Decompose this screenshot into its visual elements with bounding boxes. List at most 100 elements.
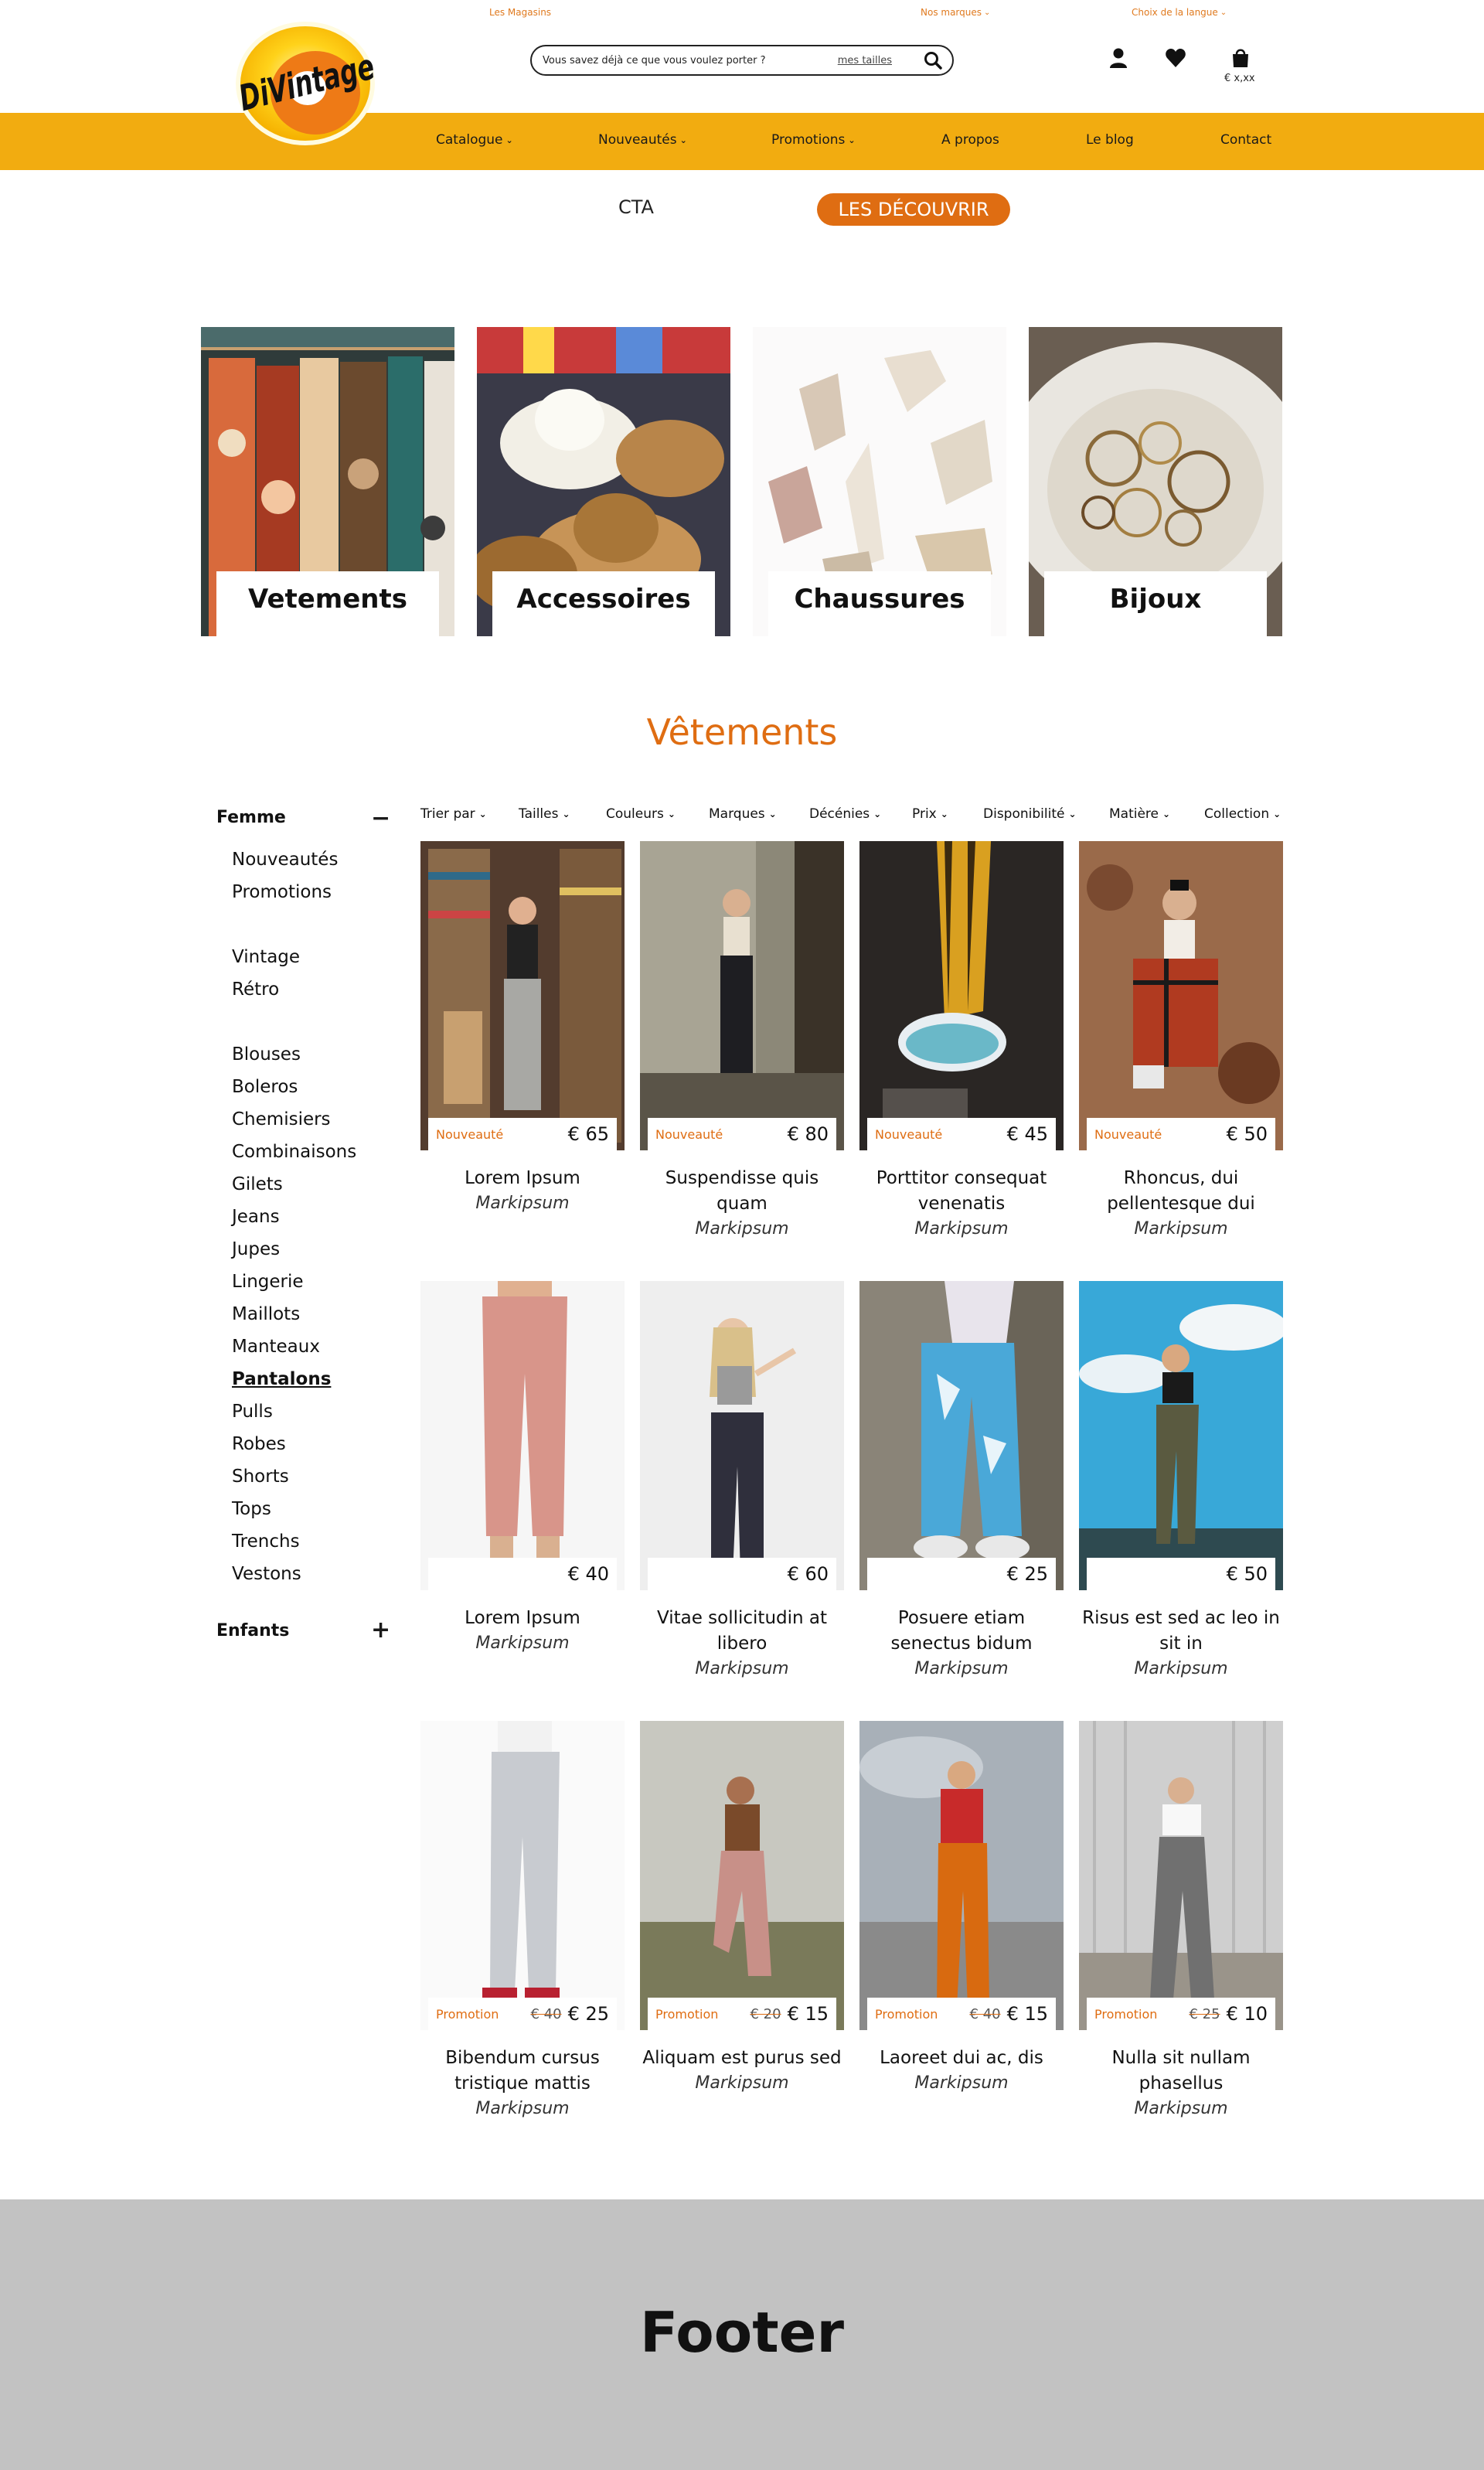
nav-a-propos[interactable]: A propos <box>941 132 999 148</box>
sidebar-item-jupes[interactable]: Jupes <box>232 1239 280 1259</box>
sidebar-enfants-heading[interactable]: Enfants <box>216 1621 289 1640</box>
product-name[interactable]: Suspendisse quis quam <box>640 1166 844 1217</box>
heart-icon[interactable] <box>1164 46 1187 70</box>
discover-button[interactable]: LES DÉCOUVRIR <box>817 193 1010 226</box>
product-name[interactable]: Lorem Ipsum <box>420 1606 625 1631</box>
product-name[interactable]: Lorem Ipsum <box>420 1166 625 1191</box>
product-card[interactable]: € 25 Posuere etiam senectus bidum Markip… <box>859 1281 1064 1681</box>
sidebar-item-nouveautes[interactable]: Nouveautés <box>232 850 338 870</box>
sidebar-item-shorts[interactable]: Shorts <box>232 1467 289 1487</box>
sidebar-item-boleros[interactable]: Boleros <box>232 1077 298 1097</box>
sidebar-item-chemisiers[interactable]: Chemisiers <box>232 1109 331 1129</box>
nav-catalogue-label[interactable]: Catalogue <box>436 132 503 148</box>
product-image[interactable]: € 50 <box>1079 1281 1283 1590</box>
sidebar-item-retro[interactable]: Rétro <box>232 979 279 1000</box>
sidebar-item-pulls[interactable]: Pulls <box>232 1402 273 1422</box>
filter-price[interactable]: Prix ⌄ <box>912 806 948 822</box>
product-name[interactable]: Bibendum cursus tristique mattis <box>420 2046 625 2097</box>
filter-label[interactable]: Décénies <box>809 806 870 822</box>
product-name[interactable]: Nulla sit nullam phasellus <box>1079 2046 1283 2097</box>
sidebar-item-blouses[interactable]: Blouses <box>232 1044 301 1065</box>
filter-brands[interactable]: Marques ⌄ <box>709 806 777 822</box>
product-image[interactable]: Promotion € 20 € 15 <box>640 1721 844 2030</box>
product-card[interactable]: Nouveauté € 65 Lorem Ipsum Markipsum <box>420 841 625 1216</box>
filter-label[interactable]: Matière <box>1109 806 1159 822</box>
nav-blog-label[interactable]: Le blog <box>1086 132 1134 148</box>
filter-sort[interactable]: Trier par ⌄ <box>420 806 487 822</box>
expand-icon[interactable]: + <box>371 1619 390 1642</box>
category-label[interactable]: Accessoires <box>492 571 715 636</box>
collapse-icon[interactable]: − <box>371 807 390 830</box>
filter-label[interactable]: Marques <box>709 806 765 822</box>
category-card-accessoires[interactable]: Accessoires <box>477 327 730 636</box>
filter-material[interactable]: Matière ⌄ <box>1109 806 1170 822</box>
sidebar-item-robes[interactable]: Robes <box>232 1434 286 1454</box>
product-name[interactable]: Posuere etiam senectus bidum <box>859 1606 1064 1657</box>
nav-promotions-label[interactable]: Promotions <box>771 132 845 148</box>
category-label[interactable]: Vetements <box>216 571 439 636</box>
brands-link[interactable]: Nos marques ⌄ <box>921 7 990 18</box>
product-image[interactable]: Promotion € 25 € 10 <box>1079 1721 1283 2030</box>
filter-label[interactable]: Tailles <box>519 806 558 822</box>
language-link[interactable]: Choix de la langue ⌄ <box>1132 7 1227 18</box>
sidebar-item-vestons[interactable]: Vestons <box>232 1564 301 1584</box>
bag-icon[interactable] <box>1229 46 1252 70</box>
sidebar-item-trenchs[interactable]: Trenchs <box>232 1531 300 1552</box>
sidebar-item-gilets[interactable]: Gilets <box>232 1174 283 1194</box>
product-image[interactable]: € 25 <box>859 1281 1064 1590</box>
stores-link-label[interactable]: Les Magasins <box>489 7 551 18</box>
product-card[interactable]: Promotion € 25 € 10 Nulla sit nullam pha… <box>1079 1721 1283 2121</box>
sidebar-item-jeans[interactable]: Jeans <box>232 1207 280 1227</box>
product-card[interactable]: € 40 Lorem Ipsum Markipsum <box>420 1281 625 1656</box>
search-icon[interactable] <box>923 50 943 70</box>
product-name[interactable]: Aliquam est purus sed <box>640 2046 844 2071</box>
filter-collection[interactable]: Collection ⌄ <box>1204 806 1281 822</box>
filter-availability[interactable]: Disponibilité ⌄ <box>983 806 1077 822</box>
my-sizes-link[interactable]: mes tailles <box>838 55 892 66</box>
product-name[interactable]: Laoreet dui ac, dis <box>859 2046 1064 2071</box>
product-image[interactable]: € 40 <box>420 1281 625 1590</box>
sidebar-item-pantalons[interactable]: Pantalons <box>232 1369 331 1389</box>
filter-label[interactable]: Disponibilité <box>983 806 1064 822</box>
product-image[interactable]: € 60 <box>640 1281 844 1590</box>
sidebar-item-combinaisons[interactable]: Combinaisons <box>232 1142 356 1162</box>
sidebar-item-lingerie[interactable]: Lingerie <box>232 1272 304 1292</box>
category-label[interactable]: Bijoux <box>1044 571 1267 636</box>
product-name[interactable]: Risus est sed ac leo in sit in <box>1079 1606 1283 1657</box>
product-image[interactable]: Nouveauté € 45 <box>859 841 1064 1150</box>
category-card-bijoux[interactable]: Bijoux <box>1029 327 1282 636</box>
product-card[interactable]: Nouveauté € 50 Rhoncus, dui pellentesque… <box>1079 841 1283 1242</box>
nav-promotions[interactable]: Promotions ⌄ <box>771 132 856 148</box>
filter-sizes[interactable]: Tailles ⌄ <box>519 806 570 822</box>
product-card[interactable]: Nouveauté € 45 Porttitor consequat venen… <box>859 841 1064 1242</box>
divintage-logo[interactable]: DiVintage <box>232 19 379 148</box>
filter-label[interactable]: Trier par <box>420 806 475 822</box>
sidebar-item-promotions[interactable]: Promotions <box>232 882 332 902</box>
product-card[interactable]: € 50 Risus est sed ac leo in sit in Mark… <box>1079 1281 1283 1681</box>
filter-colors[interactable]: Couleurs ⌄ <box>606 806 676 822</box>
language-link-label[interactable]: Choix de la langue <box>1132 7 1218 18</box>
stores-link[interactable]: Les Magasins <box>489 7 551 18</box>
sidebar-item-maillots[interactable]: Maillots <box>232 1304 300 1324</box>
filter-label[interactable]: Couleurs <box>606 806 664 822</box>
filter-label[interactable]: Collection <box>1204 806 1269 822</box>
product-card[interactable]: Promotion € 40 € 25 Bibendum cursus tris… <box>420 1721 625 2121</box>
user-icon[interactable] <box>1107 46 1130 70</box>
product-name[interactable]: Porttitor consequat venenatis <box>859 1166 1064 1217</box>
nav-nouveautes-label[interactable]: Nouveautés <box>598 132 677 148</box>
category-card-chaussures[interactable]: Chaussures <box>753 327 1006 636</box>
category-card-vetements[interactable]: Vetements <box>201 327 454 636</box>
filter-label[interactable]: Prix <box>912 806 937 822</box>
search-input[interactable]: Vous savez déjà ce que vous voulez porte… <box>543 55 838 66</box>
product-card[interactable]: Promotion € 20 € 15 Aliquam est purus se… <box>640 1721 844 2096</box>
brands-link-label[interactable]: Nos marques <box>921 7 982 18</box>
product-image[interactable]: Nouveauté € 65 <box>420 841 625 1150</box>
sidebar-item-manteaux[interactable]: Manteaux <box>232 1337 320 1357</box>
product-image[interactable]: Nouveauté € 50 <box>1079 841 1283 1150</box>
nav-blog[interactable]: Le blog <box>1086 132 1134 148</box>
nav-contact[interactable]: Contact <box>1220 132 1271 148</box>
product-card[interactable]: € 60 Vitae sollicitudin at libero Markip… <box>640 1281 844 1681</box>
filter-decades[interactable]: Décénies ⌄ <box>809 806 881 822</box>
product-name[interactable]: Vitae sollicitudin at libero <box>640 1606 844 1657</box>
product-image[interactable]: Nouveauté € 80 <box>640 841 844 1150</box>
